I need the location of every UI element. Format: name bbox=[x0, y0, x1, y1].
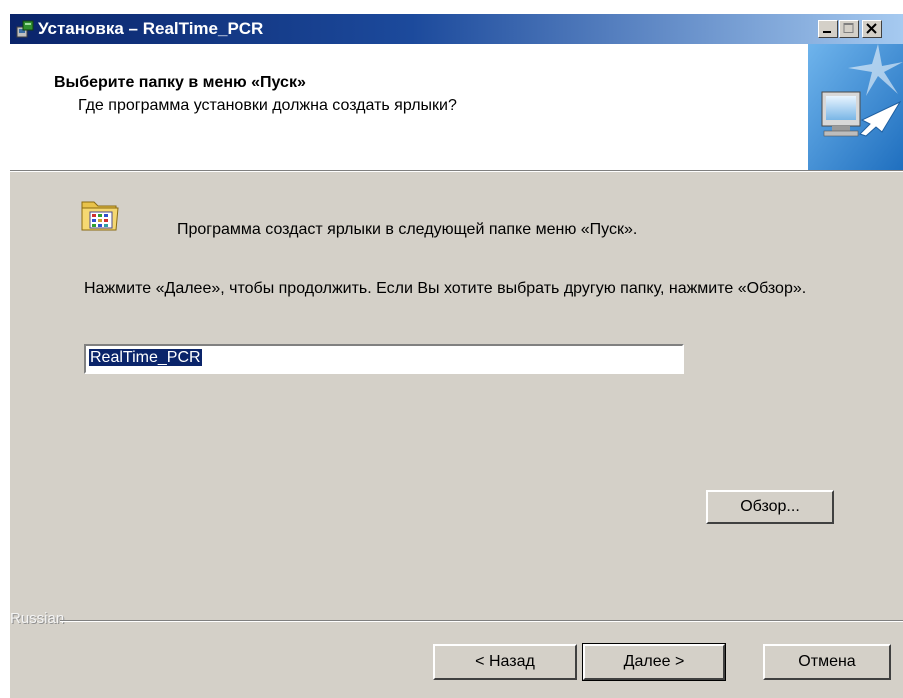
folder-input-value: RealTime_PCR bbox=[89, 349, 202, 366]
minimize-icon bbox=[823, 31, 831, 33]
info-text: Программа создаст ярлыки в следующей пап… bbox=[177, 221, 638, 238]
title-bar[interactable]: Установка – RealTime_PCR bbox=[10, 14, 903, 44]
next-button[interactable]: Далее > bbox=[582, 643, 726, 681]
language-label: Russian bbox=[10, 610, 65, 627]
maximize-button[interactable] bbox=[839, 20, 859, 38]
computer-arrow-icon bbox=[808, 44, 903, 170]
footer-divider bbox=[60, 620, 903, 622]
page-title: Выберите папку в меню «Пуск» bbox=[54, 74, 306, 91]
page-subtitle: Где программа установки должна создать я… bbox=[78, 97, 457, 114]
maximize-icon bbox=[843, 23, 854, 33]
browse-button[interactable]: Обзор... bbox=[706, 490, 834, 524]
wizard-header: Выберите папку в меню «Пуск» Где програм… bbox=[10, 44, 903, 171]
window-title: Установка – RealTime_PCR bbox=[38, 19, 264, 38]
close-icon bbox=[866, 23, 877, 34]
close-button[interactable] bbox=[862, 20, 882, 38]
start-menu-folder-icon bbox=[81, 201, 119, 231]
instruction-text: Нажмите «Далее», чтобы продолжить. Если … bbox=[84, 280, 807, 297]
installer-icon bbox=[16, 20, 34, 38]
back-button[interactable]: < Назад bbox=[433, 644, 577, 680]
start-menu-folder-input[interactable]: RealTime_PCR bbox=[84, 344, 684, 374]
installer-window: Установка – RealTime_PCR Выберите папку … bbox=[10, 14, 903, 698]
cancel-button[interactable]: Отмена bbox=[763, 644, 891, 680]
minimize-button[interactable] bbox=[818, 20, 838, 38]
